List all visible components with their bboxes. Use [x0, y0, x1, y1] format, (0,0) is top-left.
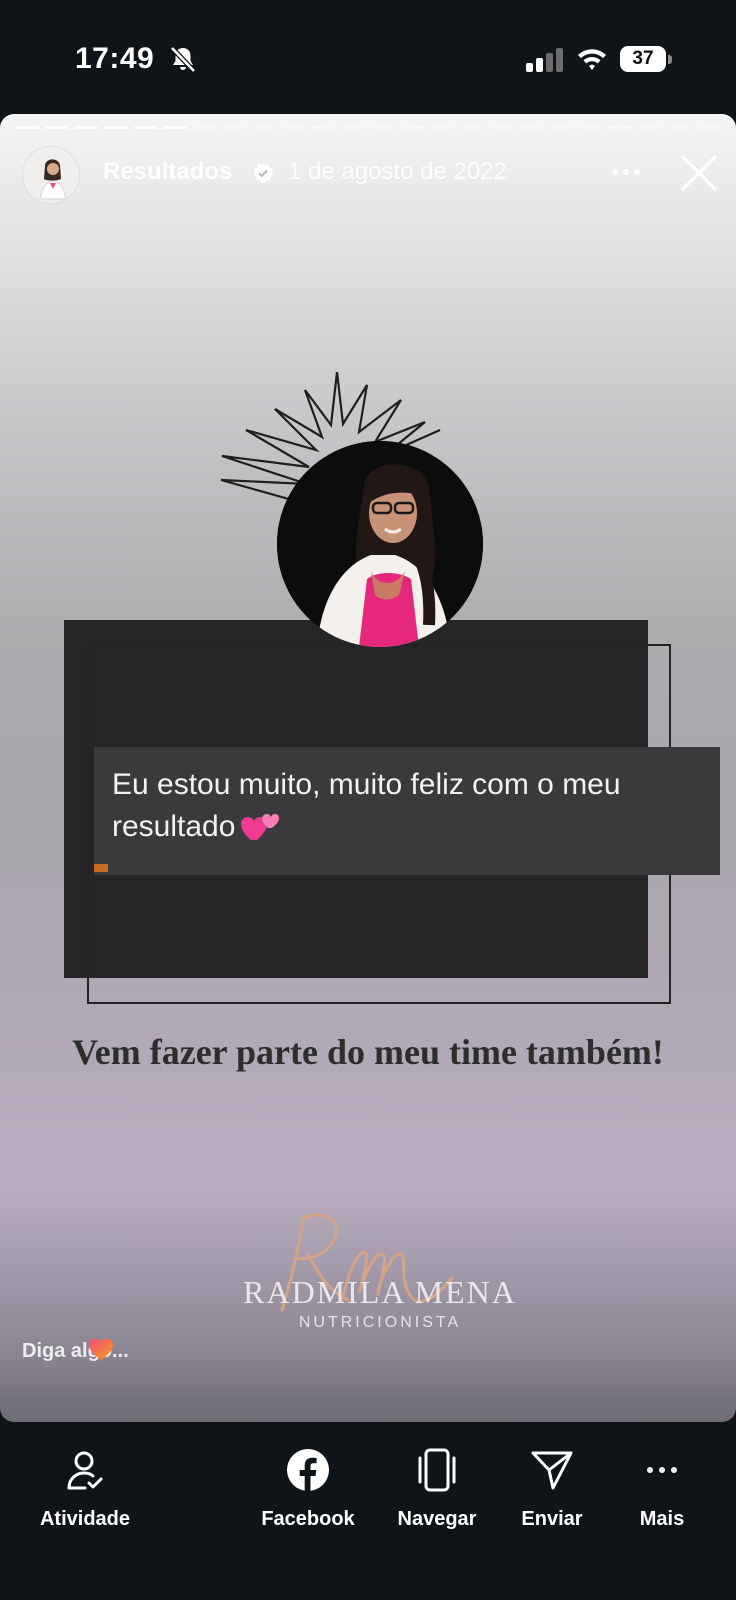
- progress-segment: [15, 126, 39, 129]
- more-label: Mais: [639, 1508, 685, 1530]
- battery-level: 37: [632, 48, 654, 69]
- verified-badge-icon: [253, 163, 274, 183]
- activity-button[interactable]: Atividade: [30, 1448, 140, 1538]
- status-time: 17:49: [75, 42, 155, 75]
- brand-name: RADMILA MENA: [243, 1274, 517, 1310]
- send-icon: [531, 1451, 573, 1490]
- brand-subtitle: NUTRICIONISTA: [298, 1314, 462, 1331]
- close-icon[interactable]: [680, 154, 718, 192]
- avatar-image: [23, 147, 79, 203]
- activity-person-icon: [67, 1451, 103, 1490]
- bottom-action-bar: Atividade Facebook Navegar Enviar Mais: [0, 1422, 736, 1600]
- send-label: Enviar: [521, 1508, 583, 1530]
- quote-text-content: Eu estou muito, muito feliz com o meu re…: [112, 768, 621, 843]
- story-title[interactable]: Resultados: [103, 158, 232, 186]
- progress-segment: [133, 126, 158, 129]
- progress-segment: [44, 126, 69, 129]
- story-progress-bar: [15, 126, 722, 130]
- quote-accent-bar: [94, 864, 108, 872]
- progress-segment: [519, 126, 544, 129]
- progress-segment: [549, 126, 573, 129]
- more-button[interactable]: Mais: [622, 1448, 702, 1538]
- progress-segment: [638, 126, 662, 129]
- progress-segment: [74, 126, 99, 129]
- navigate-button[interactable]: Navegar: [384, 1448, 490, 1538]
- heart-reaction-icon[interactable]: [88, 1336, 114, 1362]
- progress-segment: [489, 126, 514, 129]
- progress-segment: [667, 126, 692, 129]
- send-button[interactable]: Enviar: [508, 1448, 596, 1538]
- story-date: 1 de agosto de 2022: [288, 158, 507, 185]
- cellular-signal-icon: [526, 48, 563, 72]
- battery-tip: [668, 55, 672, 64]
- progress-segment: [282, 126, 306, 129]
- progress-segment: [193, 126, 217, 129]
- progress-segment: [460, 126, 484, 129]
- phone-navigate-icon: [418, 1448, 456, 1492]
- more-dots-icon: [647, 1467, 677, 1473]
- status-bar: 17:49 37: [0, 0, 736, 112]
- story-tagline: Vem fazer parte do meu time também!: [72, 1032, 664, 1072]
- story-viewer[interactable]: Resultados 1 de agosto de 2022 Eu estou …: [0, 114, 736, 1422]
- profile-portrait: [277, 441, 483, 647]
- two-hearts-emoji-icon: [241, 814, 280, 840]
- progress-segment: [104, 126, 128, 129]
- avatar[interactable]: [22, 146, 80, 204]
- progress-segment: [163, 126, 188, 129]
- quote-text: Eu estou muito, muito feliz com o meu re…: [112, 764, 712, 848]
- navigate-label: Navegar: [397, 1508, 477, 1530]
- progress-segment: [400, 126, 425, 129]
- progress-segment: [311, 126, 336, 129]
- facebook-icon: [287, 1449, 329, 1491]
- progress-segment: [252, 126, 277, 129]
- progress-segment: [578, 126, 603, 129]
- progress-segment: [371, 126, 395, 129]
- facebook-button[interactable]: Facebook: [252, 1448, 364, 1538]
- progress-segment: [608, 126, 633, 129]
- activity-label: Atividade: [39, 1508, 131, 1530]
- progress-segment: [222, 126, 247, 129]
- progress-segment: [430, 126, 455, 129]
- facebook-label: Facebook: [261, 1508, 355, 1530]
- wifi-icon: [578, 49, 606, 70]
- portrait-photo: [277, 441, 483, 647]
- bell-slash-icon: [170, 46, 196, 73]
- battery-icon: 37: [620, 46, 672, 72]
- progress-segment: [341, 126, 366, 129]
- progress-segment: [697, 126, 722, 129]
- more-options-icon[interactable]: [608, 160, 644, 184]
